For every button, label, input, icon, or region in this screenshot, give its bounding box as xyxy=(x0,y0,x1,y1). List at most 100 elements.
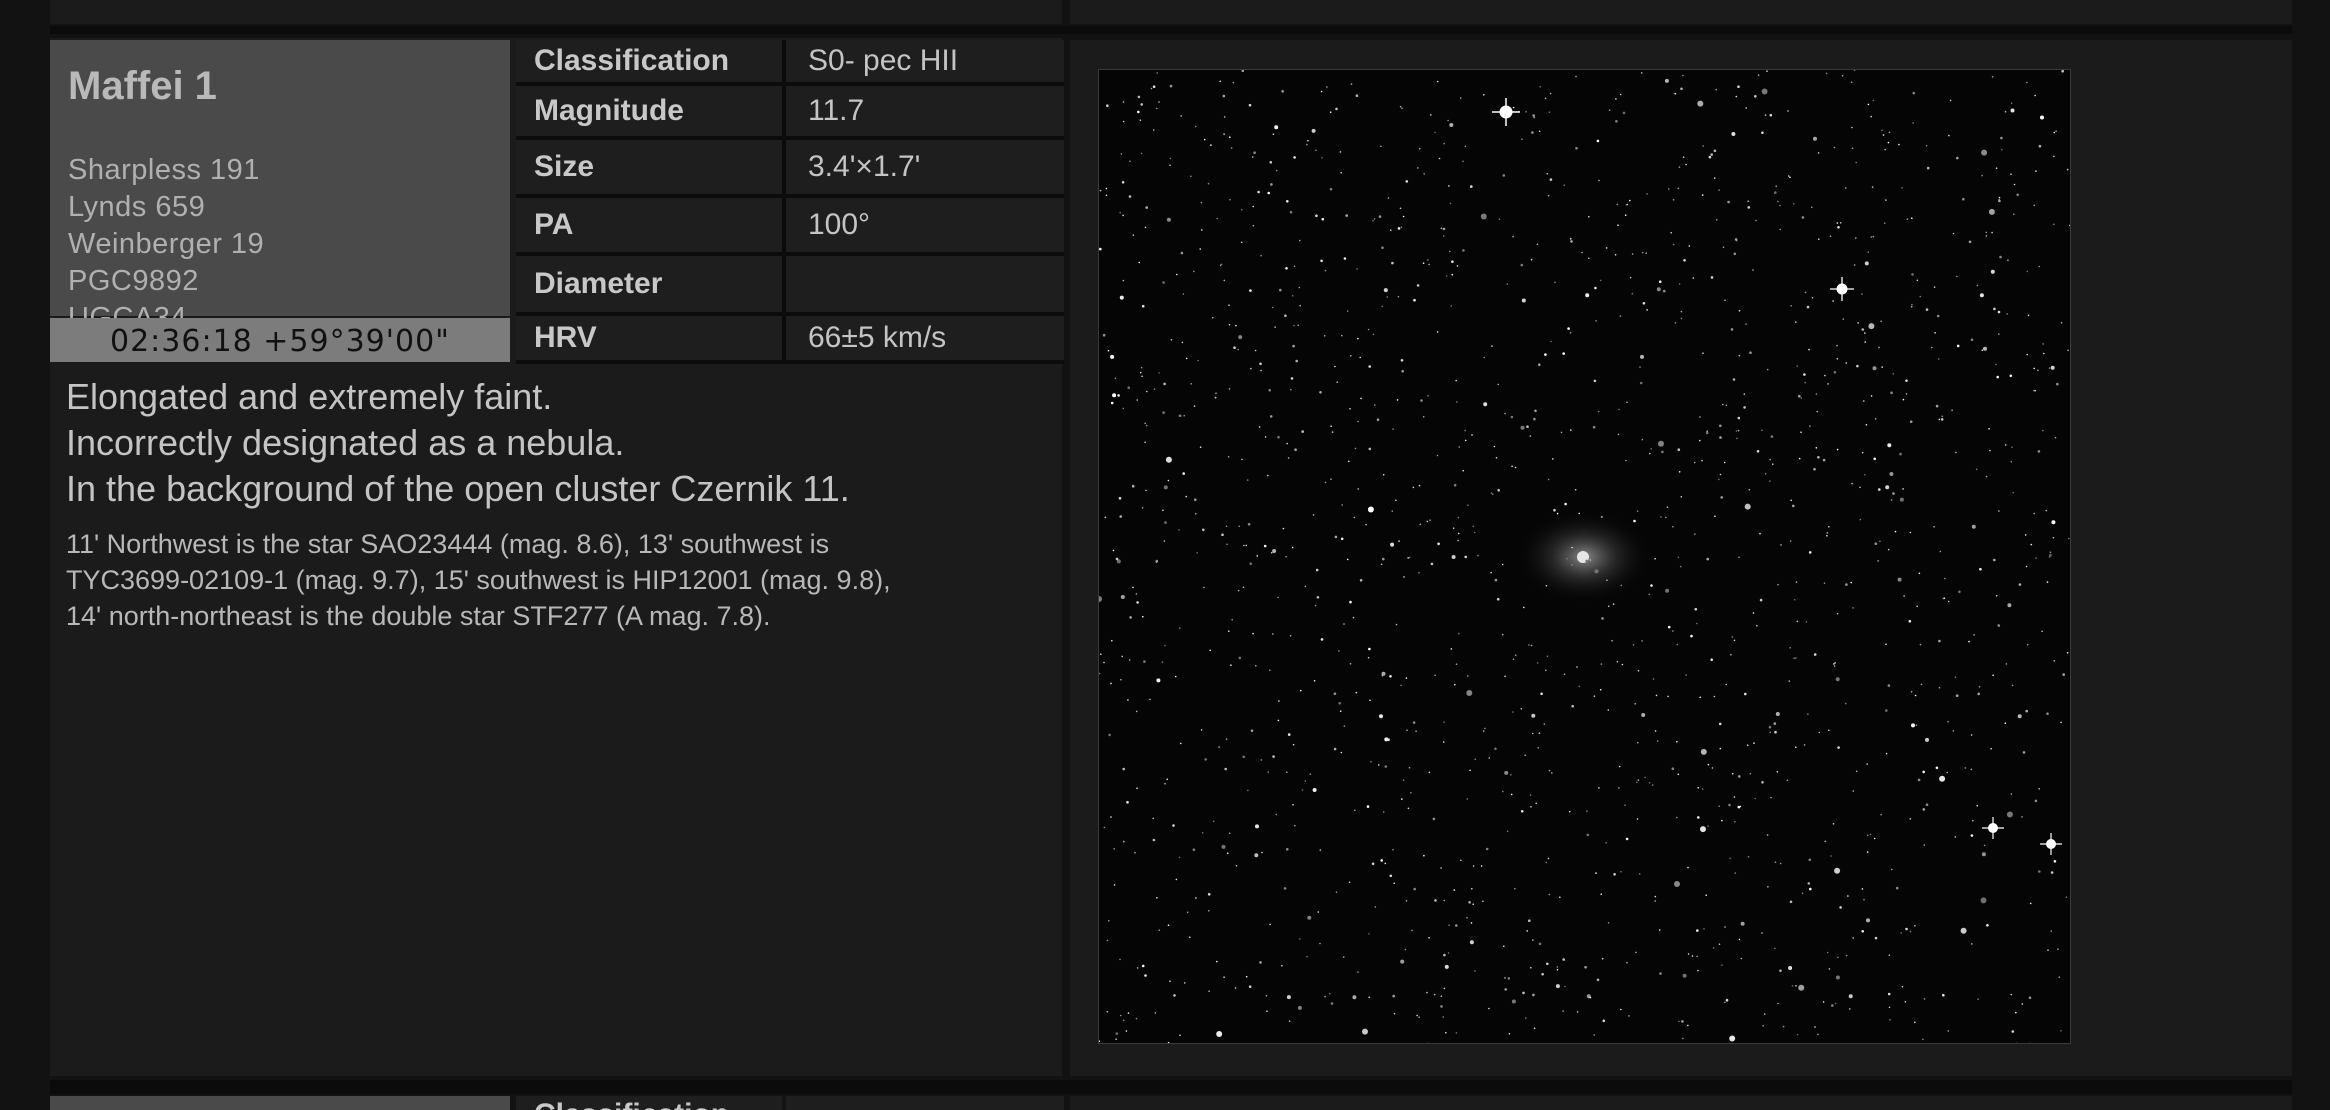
star xyxy=(1872,99,1875,102)
star xyxy=(1110,816,1112,818)
star xyxy=(1106,1010,1109,1013)
star xyxy=(1179,627,1181,629)
star xyxy=(1135,593,1138,595)
star xyxy=(1710,658,1713,661)
star xyxy=(1720,496,1723,499)
star xyxy=(1162,509,1164,512)
star xyxy=(1719,436,1722,439)
star xyxy=(1204,758,1207,761)
star xyxy=(1596,978,1600,982)
star xyxy=(1870,115,1872,118)
star xyxy=(1166,778,1168,781)
star xyxy=(1828,729,1830,732)
star xyxy=(2043,352,2045,355)
star xyxy=(1888,131,1891,134)
description-note-line: 14' north-northeast is the double star S… xyxy=(66,601,771,631)
star xyxy=(1822,1001,1825,1003)
star xyxy=(1734,872,1737,874)
star xyxy=(1395,623,1398,626)
star xyxy=(1384,862,1387,865)
star xyxy=(1908,619,1912,623)
star xyxy=(1132,586,1134,589)
star xyxy=(1774,947,1776,950)
star xyxy=(1228,323,1231,326)
star xyxy=(1655,694,1658,697)
star xyxy=(1941,415,1944,418)
star xyxy=(1905,927,1908,931)
divider-top xyxy=(50,26,2292,34)
star xyxy=(1382,557,1385,561)
star xyxy=(1156,107,1158,110)
star xyxy=(1581,251,1583,254)
star xyxy=(1469,769,1471,772)
star xyxy=(1254,349,1257,352)
star xyxy=(1625,837,1629,841)
star xyxy=(1619,315,1622,317)
star xyxy=(1321,157,1323,159)
star xyxy=(1631,253,1634,255)
star xyxy=(1677,773,1680,776)
star xyxy=(1538,130,1541,133)
star xyxy=(1368,447,1372,451)
star xyxy=(1706,430,1708,433)
star xyxy=(1823,582,1826,584)
star xyxy=(1859,518,1862,521)
star xyxy=(1648,782,1651,784)
star xyxy=(1682,1037,1684,1040)
star xyxy=(1866,763,1868,765)
star xyxy=(1169,157,1172,160)
star xyxy=(2038,870,2041,873)
star xyxy=(1319,942,1321,945)
star xyxy=(1387,738,1390,741)
star xyxy=(1112,549,1115,552)
star xyxy=(1281,90,1284,93)
star xyxy=(1128,195,1132,198)
star xyxy=(2040,115,2044,120)
star xyxy=(1468,901,1471,904)
star xyxy=(1887,684,1891,687)
star xyxy=(1901,187,1903,189)
star xyxy=(1617,433,1620,436)
star xyxy=(1442,741,1445,743)
star xyxy=(1688,245,1691,247)
star xyxy=(1654,730,1657,732)
next-entry-value-cell xyxy=(786,1096,1064,1110)
star xyxy=(1759,598,1763,602)
star xyxy=(1174,675,1177,678)
star xyxy=(1514,887,1516,890)
star xyxy=(1981,349,1984,352)
star xyxy=(1182,472,1185,475)
star xyxy=(1789,647,1791,649)
star xyxy=(1853,70,1856,71)
star xyxy=(1180,115,1182,117)
star xyxy=(1430,114,1432,116)
star xyxy=(1474,970,1476,972)
star xyxy=(1775,185,1777,187)
star xyxy=(1250,367,1252,370)
star xyxy=(1696,622,1698,625)
star xyxy=(1740,921,1745,926)
star xyxy=(1722,403,1724,406)
star xyxy=(1400,959,1405,964)
star xyxy=(1892,373,1895,375)
star xyxy=(1905,379,1908,383)
star xyxy=(1139,371,1142,374)
star xyxy=(1139,119,1142,121)
star xyxy=(1676,740,1678,743)
star xyxy=(1464,429,1466,432)
star xyxy=(1855,237,1857,239)
star xyxy=(1697,787,1699,789)
star xyxy=(1360,397,1362,400)
star xyxy=(1737,85,1740,88)
star xyxy=(1833,663,1835,665)
next-entry-label: Classification xyxy=(516,1098,729,1110)
star xyxy=(1292,804,1294,806)
star xyxy=(1724,1001,1726,1004)
star xyxy=(1937,358,1940,360)
star xyxy=(1702,145,1704,147)
star xyxy=(1954,676,1957,678)
star xyxy=(1993,307,1996,311)
star xyxy=(1985,475,1988,478)
star xyxy=(1415,730,1417,732)
star xyxy=(1956,344,1960,348)
